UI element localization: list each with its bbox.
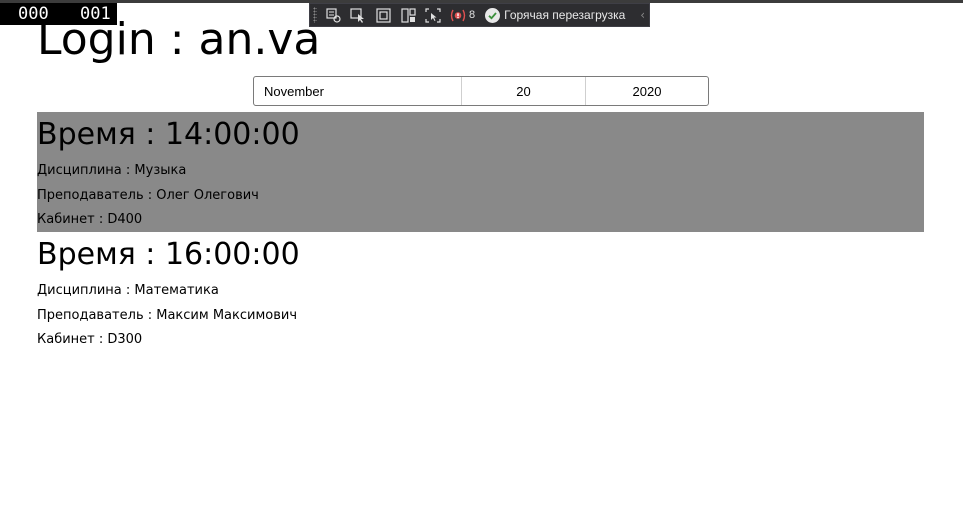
xaml-debug-toolbar: 8 Горячая перезагрузка ‹ — [309, 3, 650, 27]
frame-counter-b: 001 — [80, 4, 111, 24]
track-focus-icon[interactable] — [400, 7, 416, 23]
toolbar-grip-handle[interactable] — [313, 7, 317, 23]
binding-failures-icon[interactable] — [450, 7, 466, 23]
binding-failures-count: 8 — [469, 9, 476, 21]
date-picker-day[interactable]: 20 — [462, 77, 586, 105]
lesson-teacher: Преподаватель : Максим Максимович — [37, 308, 297, 323]
preview-selection-icon[interactable] — [425, 7, 441, 23]
hot-reload-status[interactable]: Горячая перезагрузка — [485, 7, 626, 23]
lesson-discipline: Дисциплина : Музыка — [37, 163, 187, 178]
display-layout-adorners-icon[interactable] — [375, 7, 391, 23]
lesson-room: Кабинет : D400 — [37, 212, 143, 227]
lesson-teacher: Преподаватель : Олег Олегович — [37, 188, 259, 203]
lesson-time: Время : 14:00:00 — [37, 117, 300, 152]
lesson-time: Время : 16:00:00 — [37, 237, 300, 272]
lesson-discipline: Дисциплина : Математика — [37, 283, 219, 298]
live-visual-tree-icon[interactable] — [325, 7, 341, 23]
date-picker-month[interactable]: November — [254, 77, 462, 105]
date-picker-year[interactable]: 2020 — [586, 77, 708, 105]
collapse-toolbar-icon[interactable]: ‹ — [640, 8, 645, 22]
check-circle-icon — [485, 7, 501, 23]
frame-counter-a: 000 — [18, 4, 49, 24]
hot-reload-label: Горячая перезагрузка — [504, 8, 626, 22]
date-picker[interactable]: November 20 2020 — [253, 76, 709, 106]
lesson-item[interactable]: Время : 16:00:00 Дисциплина : Математика… — [37, 232, 924, 352]
lesson-item[interactable]: Время : 14:00:00 Дисциплина : Музыка Пре… — [37, 112, 924, 232]
lesson-room: Кабинет : D300 — [37, 332, 143, 347]
schedule-list: Время : 14:00:00 Дисциплина : Музыка Пре… — [37, 112, 924, 352]
frame-rate-counter: 000 001 — [0, 3, 117, 25]
select-element-icon[interactable] — [350, 7, 366, 23]
